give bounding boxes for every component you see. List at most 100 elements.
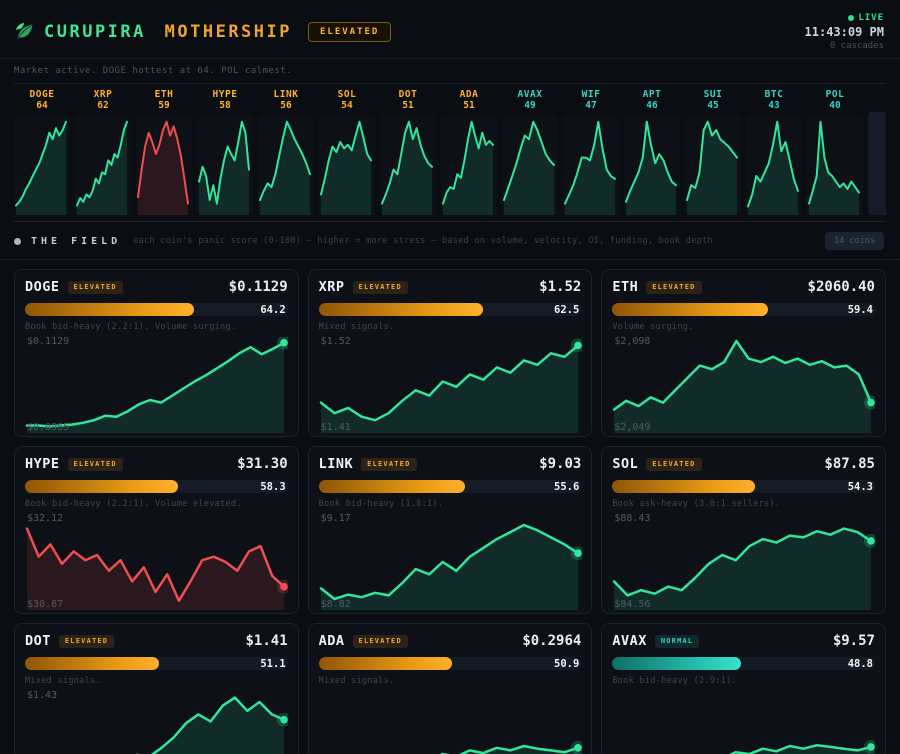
coin-symbol: DOT <box>25 633 51 649</box>
ticker-sparkline <box>685 115 741 215</box>
ticker-panic-score: 58 <box>197 100 253 111</box>
market-status-badge: ELEVATED <box>308 22 391 42</box>
ticker-overflow-panel <box>868 112 886 215</box>
panic-score-fill <box>319 303 483 316</box>
coin-card[interactable]: AVAX NORMAL $9.57 48.8 Book bid-heavy (2… <box>601 623 886 754</box>
ticker-item[interactable]: ADA 51 <box>441 89 497 215</box>
panic-score-track <box>612 480 875 493</box>
field-section-title: THE FIELD <box>31 236 121 247</box>
panic-score-fill <box>25 303 194 316</box>
ticker-sparkline <box>136 115 192 215</box>
app-title: CURUPIRA MOTHERSHIP <box>44 22 292 42</box>
coin-card[interactable]: LINK ELEVATED $9.03 55.6 Book bid-heavy … <box>308 446 593 614</box>
ticker-coin-symbol: SUI <box>685 89 741 100</box>
panic-score-track <box>319 303 582 316</box>
coin-symbol: ADA <box>319 633 345 649</box>
ticker-item[interactable]: SOL 54 <box>319 89 375 215</box>
ticker-panic-score: 62 <box>75 100 131 111</box>
leaf-logo-icon <box>14 21 36 43</box>
ticker-item[interactable]: BTC 43 <box>746 89 802 215</box>
live-indicator: LIVE <box>805 12 884 24</box>
ticker-coin-symbol: POL <box>807 89 863 100</box>
ticker-coin-symbol: ADA <box>441 89 497 100</box>
chart-low-label: $30.87 <box>27 599 63 610</box>
coin-card[interactable]: HYPE ELEVATED $31.30 58.3 Book bid-heavy… <box>14 446 299 614</box>
coin-symbol: SOL <box>612 456 638 472</box>
live-indicator-dot <box>848 15 854 21</box>
chart-high-label: $1.43 <box>27 690 57 701</box>
ticker-coin-symbol: BTC <box>746 89 802 100</box>
coin-status-badge: ELEVATED <box>68 458 123 471</box>
panic-score-track <box>319 480 582 493</box>
coin-card[interactable]: XRP ELEVATED $1.52 62.5 Mixed signals. $… <box>308 269 593 437</box>
panic-score-fill <box>25 657 159 670</box>
panic-score-value: 62.5 <box>554 304 579 316</box>
coin-symbol: AVAX <box>612 633 647 649</box>
coin-status-badge: ELEVATED <box>68 281 123 294</box>
ticker-panic-score: 49 <box>502 100 558 111</box>
ticker-sparkline <box>624 115 680 215</box>
coin-status-badge: ELEVATED <box>59 635 114 648</box>
coin-card[interactable]: DOGE ELEVATED $0.1129 64.2 Book bid-heav… <box>14 269 299 437</box>
ticker-coin-symbol: WIF <box>563 89 619 100</box>
chart-low-label: $1.41 <box>321 422 351 433</box>
ticker-item[interactable]: AVAX 49 <box>502 89 558 215</box>
coin-card-grid: DOGE ELEVATED $0.1129 64.2 Book bid-heav… <box>14 269 886 754</box>
coin-price: $0.2964 <box>522 633 581 649</box>
ticker-panic-score: 51 <box>441 100 497 111</box>
coin-card-header: SOL ELEVATED $87.85 <box>612 456 875 472</box>
coin-price: $9.57 <box>833 633 875 649</box>
panic-score-bar: 50.9 <box>319 657 582 670</box>
ticker-sparkline <box>563 115 619 215</box>
coin-signal-note: Book bid-heavy (2.2:1). Volume elevated. <box>25 499 288 509</box>
ticker-item[interactable]: APT 46 <box>624 89 680 215</box>
ticker-item[interactable]: LINK 56 <box>258 89 314 215</box>
panic-score-value: 51.1 <box>260 658 285 670</box>
ticker-item[interactable]: DOT 51 <box>380 89 436 215</box>
panic-score-fill <box>612 303 768 316</box>
ticker-panic-score: 64 <box>14 100 70 111</box>
price-chart: $88.43 $84.56 <box>612 514 875 610</box>
coin-card[interactable]: SOL ELEVATED $87.85 54.3 Book ask-heavy … <box>601 446 886 614</box>
coin-signal-note: Book bid-heavy (1.8:1). <box>319 499 582 509</box>
ticker-item[interactable]: XRP 62 <box>75 89 131 215</box>
coin-signal-note: Mixed signals. <box>319 676 582 686</box>
coin-signal-note: Book ask-heavy (3.0:1 sellers). <box>612 499 875 509</box>
ticker-coin-symbol: XRP <box>75 89 131 100</box>
chart-high-label: $1.52 <box>321 336 351 347</box>
ticker-coin-symbol: AVAX <box>502 89 558 100</box>
ticker-panic-score: 46 <box>624 100 680 111</box>
coin-card[interactable]: ADA ELEVATED $0.2964 50.9 Mixed signals. <box>308 623 593 754</box>
ticker-coin-symbol: LINK <box>258 89 314 100</box>
chart-low-label: $84.56 <box>614 599 650 610</box>
price-chart: $2,098 $2,049 <box>612 337 875 433</box>
panic-score-bar: 51.1 <box>25 657 288 670</box>
coin-symbol: XRP <box>319 279 345 295</box>
coin-symbol: HYPE <box>25 456 60 472</box>
panic-score-fill <box>319 657 453 670</box>
ticker-item[interactable]: WIF 47 <box>563 89 619 215</box>
coin-status-badge: NORMAL <box>655 635 700 648</box>
coin-card[interactable]: DOT ELEVATED $1.41 51.1 Mixed signals. $… <box>14 623 299 754</box>
ticker-coin-symbol: APT <box>624 89 680 100</box>
chart-high-label: $0.1129 <box>27 336 69 347</box>
coin-card-header: AVAX NORMAL $9.57 <box>612 633 875 649</box>
coin-price: $87.85 <box>824 456 875 472</box>
price-chart: $32.12 $30.87 <box>25 514 288 610</box>
ticker-item[interactable]: DOGE 64 <box>14 89 70 215</box>
coin-card-header: ADA ELEVATED $0.2964 <box>319 633 582 649</box>
panic-score-bar: 54.3 <box>612 480 875 493</box>
ticker-item[interactable]: ETH 59 <box>136 89 192 215</box>
price-chart: $1.43 <box>25 691 288 754</box>
ticker-sparkline <box>807 115 863 215</box>
ticker-item[interactable]: SUI 45 <box>685 89 741 215</box>
ticker-item[interactable]: HYPE 58 <box>197 89 253 215</box>
ticker-coin-symbol: ETH <box>136 89 192 100</box>
coin-price: $31.30 <box>237 456 288 472</box>
coin-card[interactable]: ETH ELEVATED $2060.40 59.4 Volume surgin… <box>601 269 886 437</box>
chart-high-label: $2,098 <box>614 336 650 347</box>
ticker-item[interactable]: POL 40 <box>807 89 863 215</box>
field-section-subtitle: each coin's panic score (0-100) — higher… <box>133 236 815 246</box>
coin-count-badge: 14 coins <box>825 232 884 250</box>
ticker-sparkline <box>319 115 375 215</box>
